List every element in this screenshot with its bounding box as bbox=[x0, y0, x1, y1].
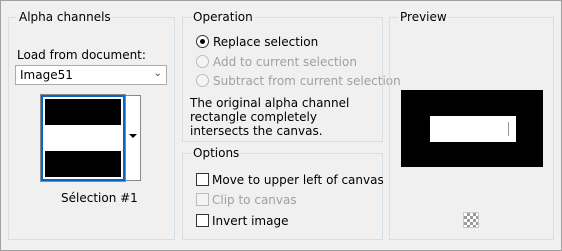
operation-description: The original alpha channel rectangle com… bbox=[190, 96, 350, 138]
selection-thumbnail-image[interactable] bbox=[40, 94, 126, 182]
invert-image-label[interactable]: Invert image bbox=[212, 214, 288, 228]
invert-image-checkbox[interactable] bbox=[196, 214, 209, 227]
subtract-selection-radio[interactable] bbox=[196, 74, 209, 87]
thumbnail-dropdown-button[interactable] bbox=[126, 95, 141, 181]
add-to-selection-radio[interactable] bbox=[196, 55, 209, 68]
subtract-selection-label[interactable]: Subtract from current selection bbox=[213, 74, 401, 88]
transparency-checker-icon[interactable] bbox=[463, 212, 479, 228]
replace-selection-radio[interactable] bbox=[196, 35, 209, 48]
alpha-channel-thumbnail[interactable] bbox=[40, 94, 141, 182]
preview-cursor-mark bbox=[508, 122, 509, 136]
document-select-value: Image51 bbox=[20, 68, 73, 82]
options-title: Options bbox=[191, 146, 242, 160]
add-to-selection-label[interactable]: Add to current selection bbox=[213, 55, 357, 69]
clip-to-canvas-label[interactable]: Clip to canvas bbox=[212, 193, 297, 207]
operation-title: Operation bbox=[191, 10, 255, 24]
move-upper-left-label[interactable]: Move to upper left of canvas bbox=[212, 173, 384, 187]
chevron-down-icon: ⌄ bbox=[153, 68, 162, 79]
replace-selection-label[interactable]: Replace selection bbox=[213, 35, 318, 49]
radio-dot-icon bbox=[200, 39, 205, 44]
clip-to-canvas-checkbox[interactable] bbox=[196, 193, 209, 206]
dropdown-arrow-icon bbox=[129, 134, 137, 138]
document-select[interactable]: Image51 ⌄ bbox=[15, 65, 167, 85]
preview-image bbox=[401, 90, 543, 167]
load-from-document-label: Load from document: bbox=[17, 48, 146, 62]
thumbnail-black-top bbox=[45, 99, 121, 125]
preview-title: Preview bbox=[398, 10, 449, 24]
move-upper-left-checkbox[interactable] bbox=[196, 173, 209, 186]
preview-selection-area bbox=[430, 116, 516, 142]
selection-name-label: Sélection #1 bbox=[61, 191, 138, 205]
thumbnail-black-bottom bbox=[45, 151, 121, 177]
alpha-channels-title: Alpha channels bbox=[17, 10, 113, 24]
